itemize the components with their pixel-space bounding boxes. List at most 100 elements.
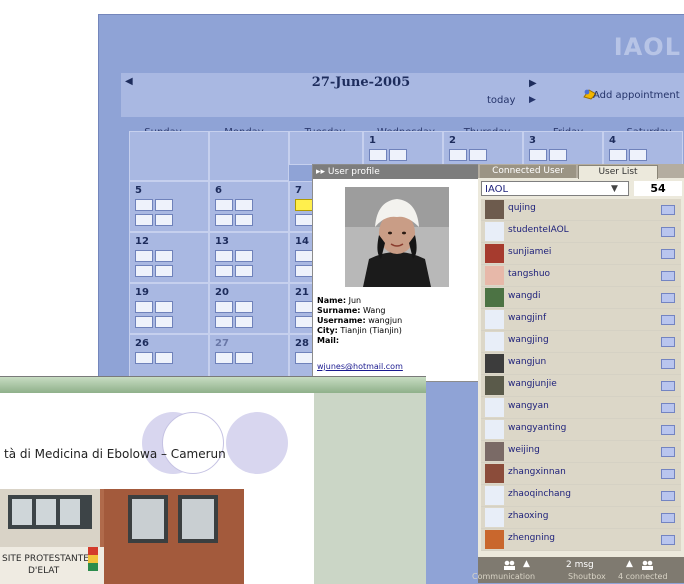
users-icon[interactable] [235,250,253,262]
shoutbox-label[interactable]: Shoutbox [568,572,606,581]
group-select[interactable]: IAOL [481,181,629,196]
calendar-day[interactable]: 13 [209,232,289,283]
document-icon[interactable] [155,316,173,328]
users-icon[interactable] [549,149,567,161]
list-item[interactable]: qujing [481,199,681,221]
mail-icon[interactable] [661,381,675,391]
list-item[interactable]: zhangxinnan [481,463,681,485]
room-icon[interactable] [295,316,313,328]
mail-link[interactable]: wjunes@hotmail.com [317,362,403,371]
mail-icon[interactable] [661,425,675,435]
users-icon[interactable] [235,301,253,313]
mail-icon[interactable] [661,337,675,347]
users-icon[interactable] [629,149,647,161]
list-item[interactable]: wangjing [481,331,681,353]
mail-icon[interactable] [661,205,675,215]
calendar-day-fri-3[interactable]: 3 [523,131,603,165]
mail-icon[interactable] [661,359,675,369]
mail-icon[interactable] [661,227,675,237]
calendar-day-thu-2[interactable]: 2 [443,131,523,165]
list-item[interactable]: wangdi [481,287,681,309]
list-item[interactable]: wangyan [481,397,681,419]
list-item[interactable]: zhaoxing [481,507,681,529]
chat-icon[interactable] [215,199,233,211]
room-icon[interactable] [295,265,313,277]
document-icon[interactable] [235,316,253,328]
users-icon[interactable] [235,199,253,211]
shoutbox-up-arrow[interactable]: ▲ [626,559,633,569]
calendar-day[interactable]: 12 [129,232,209,283]
list-item[interactable]: wangyanting [481,419,681,441]
list-item[interactable]: zhaoqinchang [481,485,681,507]
username[interactable]: weijing [508,445,540,455]
communication-up-arrow[interactable]: ▲ [523,559,530,569]
room-icon[interactable] [215,214,233,226]
list-item[interactable]: weijing [481,441,681,463]
list-item[interactable]: sunjiamei [481,243,681,265]
room-icon[interactable] [295,214,313,226]
username[interactable]: zhaoqinchang [508,489,571,499]
username[interactable]: zhengning [508,533,555,543]
calendar-day[interactable]: 26 [129,334,209,378]
users-icon[interactable] [155,352,173,364]
room-icon[interactable] [215,316,233,328]
users-icon[interactable] [235,352,253,364]
mail-icon[interactable] [661,403,675,413]
username[interactable]: wangjunjie [508,379,557,389]
chevron-down-icon[interactable]: ▼ [611,181,618,198]
username[interactable]: zhangxinnan [508,467,566,477]
users-icon[interactable] [155,301,173,313]
mail-icon[interactable] [661,513,675,523]
username[interactable]: wangjinf [508,313,546,323]
chat-icon[interactable] [295,352,313,364]
username[interactable]: wangyanting [508,423,566,433]
chat-icon[interactable] [135,199,153,211]
username[interactable]: studenteIAOL [508,225,569,235]
username[interactable]: qujing [508,203,536,213]
mail-icon[interactable] [661,447,675,457]
chat-icon[interactable] [135,250,153,262]
room-icon[interactable] [215,265,233,277]
calendar-day[interactable]: 28 [289,334,313,378]
calendar-day[interactable]: 14 [289,232,313,283]
username[interactable]: wangyan [508,401,549,411]
tab-connected-user[interactable]: Connected User [480,165,576,178]
chat-icon[interactable] [609,149,627,161]
communication-icon[interactable] [504,560,518,570]
list-item[interactable]: wangjinf [481,309,681,331]
list-item[interactable]: wangjun [481,353,681,375]
chat-icon[interactable] [135,352,153,364]
tab-user-list[interactable]: User List [578,165,658,179]
room-icon[interactable] [135,316,153,328]
users-icon[interactable] [389,149,407,161]
chat-icon[interactable] [369,149,387,161]
calendar-day-wed-1[interactable]: 1 [363,131,443,165]
calendar-day[interactable]: 27 [209,334,289,378]
calendar-day[interactable]: 20 [209,283,289,334]
mail-icon[interactable] [661,469,675,479]
calendar-day[interactable]: 6 [209,181,289,232]
chat-icon[interactable] [529,149,547,161]
chat-icon[interactable] [215,301,233,313]
chat-icon[interactable] [449,149,467,161]
list-item[interactable]: studenteIAOL [481,221,681,243]
list-item[interactable]: tangshuo [481,265,681,287]
users-icon[interactable] [469,149,487,161]
room-icon[interactable] [135,214,153,226]
username[interactable]: zhaoxing [508,511,548,521]
username[interactable]: wangjun [508,357,546,367]
username[interactable]: wangjing [508,335,549,345]
connected-users-icon[interactable] [642,560,656,570]
next-month-button[interactable]: ▶ [529,78,537,89]
today-link[interactable]: today [487,95,515,106]
chat-icon[interactable] [215,250,233,262]
mail-icon[interactable] [661,491,675,501]
document-icon[interactable] [235,265,253,277]
users-icon[interactable] [155,199,173,211]
document-icon[interactable] [155,265,173,277]
profile-titlebar[interactable]: ▸▸ User profile [313,165,481,179]
username[interactable]: tangshuo [508,269,550,279]
username[interactable]: sunjiamei [508,247,551,257]
add-appointment-button[interactable]: Add appointment [593,90,680,101]
mail-icon[interactable] [661,249,675,259]
